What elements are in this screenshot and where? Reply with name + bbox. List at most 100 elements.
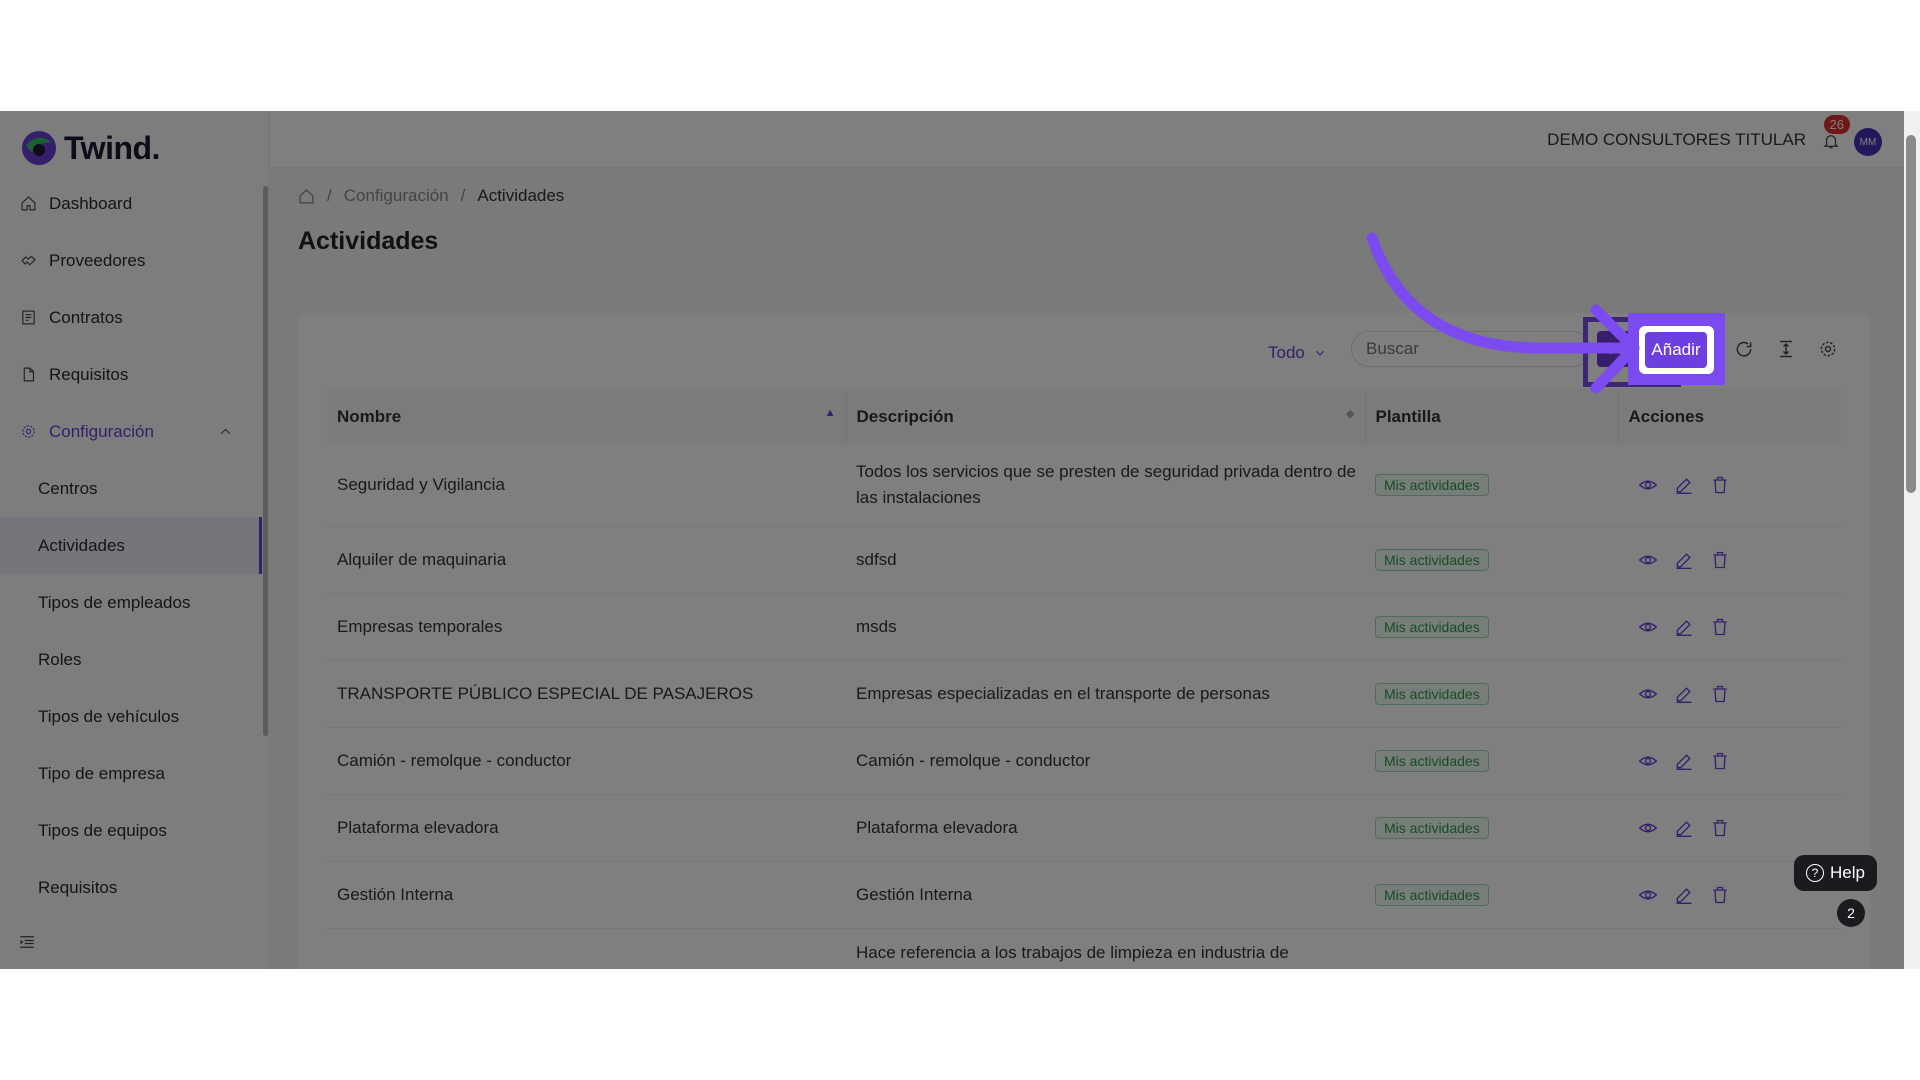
sidebar-item-label: Configuración xyxy=(49,421,154,441)
trash-icon[interactable] xyxy=(1710,751,1730,771)
eye-icon[interactable] xyxy=(1638,617,1658,637)
cell-template: Mis actividades xyxy=(1365,660,1618,728)
eye-icon[interactable] xyxy=(1638,885,1658,905)
refresh-button[interactable] xyxy=(1734,339,1754,359)
template-tag: Mis actividades xyxy=(1375,883,1489,906)
bell-icon[interactable] xyxy=(1822,131,1840,151)
home-icon xyxy=(21,196,36,211)
sidebar-item-dashboard[interactable]: Dashboard xyxy=(0,175,262,232)
breadcrumb-current: Actividades xyxy=(477,186,565,205)
eye-icon[interactable] xyxy=(1638,818,1658,838)
cell-description: sdfsd xyxy=(846,526,1365,594)
cell-actions xyxy=(1618,593,1841,661)
eye-icon[interactable] xyxy=(1638,550,1658,570)
cell-name: Gestión Interna xyxy=(327,861,846,929)
cell-description: Todos los servicios que se presten de se… xyxy=(846,444,1365,527)
help-button[interactable]: ? Help xyxy=(1794,855,1877,891)
breadcrumb-separator: / xyxy=(460,186,466,205)
filter-dropdown[interactable]: Todo xyxy=(1268,343,1327,363)
sidebar-subitem-requisitos[interactable]: Requisitos xyxy=(0,859,262,916)
help-count-badge: 2 xyxy=(1837,899,1865,927)
handshake-icon xyxy=(21,255,36,266)
breadcrumb-separator: / xyxy=(327,186,332,205)
edit-icon[interactable] xyxy=(1674,617,1694,637)
sidebar-item-configuracion[interactable]: Configuración xyxy=(0,403,262,460)
sidebar-subitem-tipo-empresa[interactable]: Tipo de empresa xyxy=(0,745,262,802)
chevron-down-icon xyxy=(1315,350,1324,356)
table-row: TRANSPORTE PÚBLICO ESPECIAL DE PASAJEROS… xyxy=(327,660,1841,728)
edit-icon[interactable] xyxy=(1674,684,1694,704)
column-header-description[interactable]: Descripción ◆ xyxy=(846,389,1366,444)
density-button[interactable] xyxy=(1776,339,1796,359)
template-tag: Mis actividades xyxy=(1375,749,1489,772)
sidebar-item-label: Proveedores xyxy=(49,250,146,270)
sidebar-item-proveedores[interactable]: Proveedores xyxy=(0,232,262,289)
trash-icon[interactable] xyxy=(1710,550,1730,570)
sidebar-subitem-tipos-vehiculos[interactable]: Tipos de vehículos xyxy=(0,688,262,745)
eye-icon[interactable] xyxy=(1638,475,1658,495)
sidebar-item-contratos[interactable]: Contratos xyxy=(0,289,262,346)
template-tag: Mis actividades xyxy=(1375,682,1489,705)
sort-icon[interactable]: ◆ xyxy=(1346,407,1354,420)
edit-icon[interactable] xyxy=(1674,475,1694,495)
template-tag: Mis actividades xyxy=(1375,816,1489,839)
cell-actions xyxy=(1618,794,1841,862)
table-row: Gestión Interna Gestión Interna Mis acti… xyxy=(327,861,1841,929)
cell-template: Mis actividades xyxy=(1365,444,1618,527)
edit-icon[interactable] xyxy=(1674,818,1694,838)
column-header-name[interactable]: Nombre ▲ xyxy=(327,389,847,444)
trash-icon[interactable] xyxy=(1710,684,1730,704)
chevron-up-icon xyxy=(220,428,231,435)
cell-actions xyxy=(1618,660,1841,728)
breadcrumb-configuracion[interactable]: Configuración xyxy=(344,186,449,206)
sidebar-scrollbar[interactable] xyxy=(263,186,268,736)
sidebar-nav: Dashboard Proveedores Contratos Requisit… xyxy=(0,175,262,916)
cell-name: Seguridad y Vigilancia xyxy=(327,444,846,527)
cell-name: Plataforma elevadora xyxy=(327,794,846,862)
sidebar-subitem-centros[interactable]: Centros xyxy=(0,460,262,517)
cell-template: Mis actividades xyxy=(1365,861,1618,929)
avatar[interactable]: MM xyxy=(1854,128,1882,156)
sidebar-subitem-tipos-empleados[interactable]: Tipos de empleados xyxy=(0,574,262,631)
edit-icon[interactable] xyxy=(1674,550,1694,570)
breadcrumb: / Configuración / Actividades xyxy=(298,186,564,206)
activities-card: Todo Añadir Nombre▲ Descripción◆ Plantil… xyxy=(297,313,1871,969)
logo[interactable]: Twind. xyxy=(20,129,160,167)
gear-icon xyxy=(1820,341,1836,357)
cell-template xyxy=(1365,928,1618,969)
cell-name: Alquiler de maquinaria xyxy=(327,526,846,594)
template-tag: Mis actividades xyxy=(1375,473,1489,496)
cell-description: Plataforma elevadora xyxy=(846,794,1365,862)
eye-icon[interactable] xyxy=(1638,684,1658,704)
trash-icon[interactable] xyxy=(1710,475,1730,495)
edit-icon[interactable] xyxy=(1674,885,1694,905)
collapse-menu-icon[interactable] xyxy=(18,933,36,951)
settings-button[interactable] xyxy=(1818,339,1838,359)
page-title: Actividades xyxy=(298,227,439,255)
sidebar: Twind. Dashboard Proveedores Contratos R… xyxy=(0,111,269,969)
edit-icon[interactable] xyxy=(1674,751,1694,771)
cell-description: Camión - remolque - conductor xyxy=(846,727,1365,795)
trash-icon[interactable] xyxy=(1710,885,1730,905)
cell-actions xyxy=(1618,526,1841,594)
logo-text: Twind. xyxy=(64,129,160,166)
sidebar-subitem-tipos-equipos[interactable]: Tipos de equipos xyxy=(0,802,262,859)
eye-icon[interactable] xyxy=(1638,751,1658,771)
column-label: Nombre xyxy=(337,406,402,426)
table-row: Empresas temporales msds Mis actividades xyxy=(327,593,1841,661)
sort-icon[interactable]: ▲ xyxy=(825,407,836,419)
trash-icon[interactable] xyxy=(1710,818,1730,838)
sidebar-subitem-roles[interactable]: Roles xyxy=(0,631,262,688)
twind-logo-icon xyxy=(22,131,56,165)
contract-icon xyxy=(22,310,35,325)
gear-icon xyxy=(22,425,35,438)
cell-template: Mis actividades xyxy=(1365,794,1618,862)
page-scrollbar-thumb[interactable] xyxy=(1906,135,1916,493)
sidebar-item-requisitos[interactable]: Requisitos xyxy=(0,346,262,403)
document-icon xyxy=(23,367,35,382)
company-name[interactable]: DEMO CONSULTORES TITULAR xyxy=(1547,130,1806,150)
sidebar-subitem-actividades[interactable]: Actividades xyxy=(0,517,262,574)
table-row: Seguridad y Vigilancia Todos los servici… xyxy=(327,444,1841,527)
home-icon[interactable] xyxy=(298,188,315,205)
trash-icon[interactable] xyxy=(1710,617,1730,637)
